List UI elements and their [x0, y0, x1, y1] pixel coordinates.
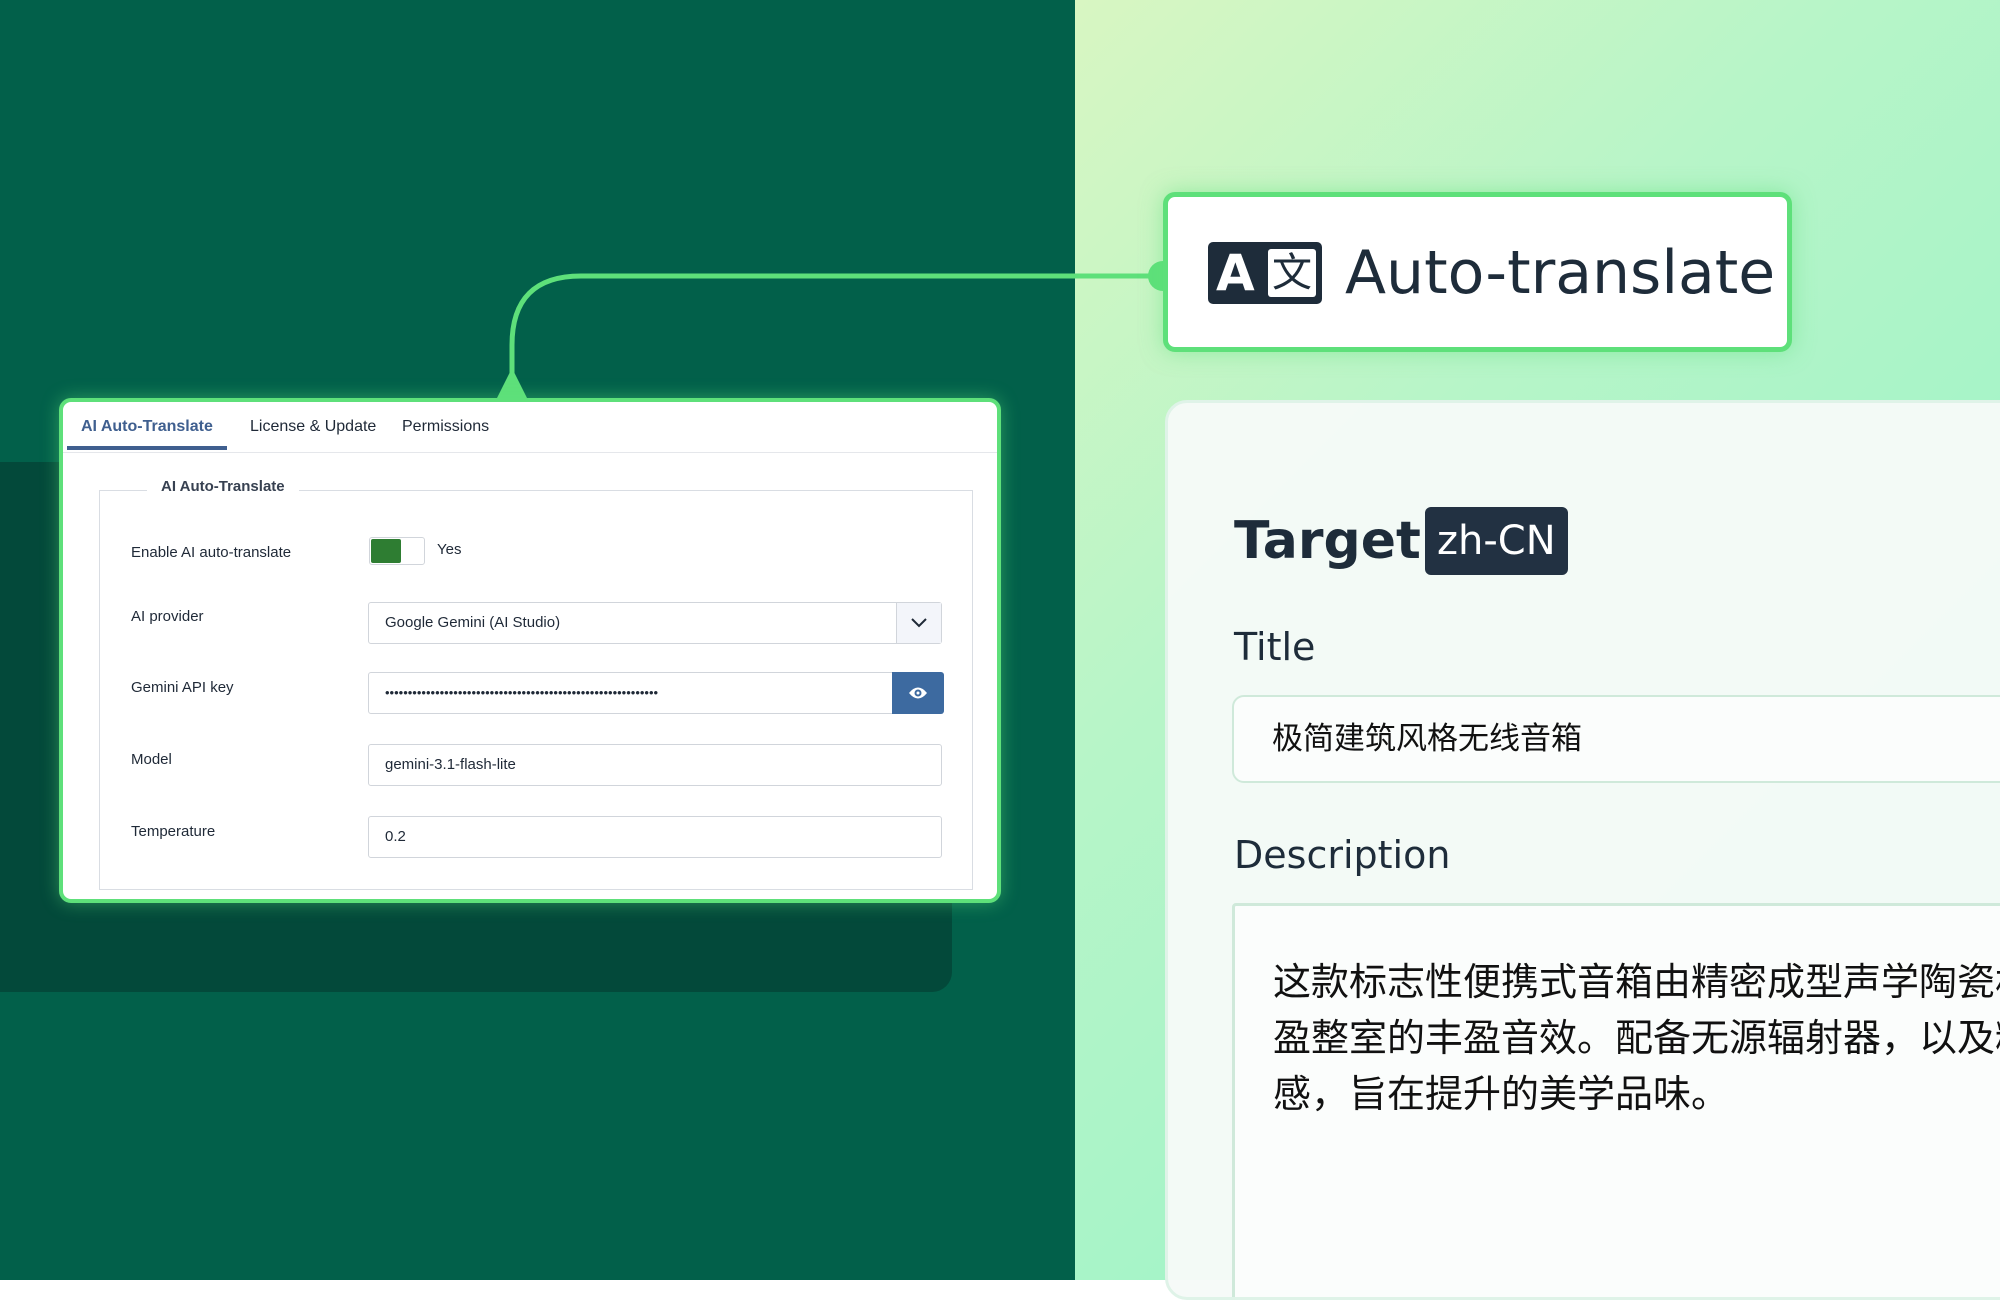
- tab-bar: AI Auto-Translate License & Update Permi…: [63, 402, 997, 453]
- temperature-input[interactable]: 0.2: [368, 816, 942, 858]
- toggle-knob: [371, 539, 401, 563]
- chevron-down-icon[interactable]: [896, 603, 941, 643]
- translate-icon: A 文: [1208, 242, 1322, 304]
- tab-license-update[interactable]: License & Update: [238, 402, 388, 450]
- enable-value: Yes: [437, 541, 462, 558]
- description-label: Description: [1234, 833, 1451, 877]
- target-heading: Target: [1234, 511, 1421, 571]
- enable-toggle[interactable]: [369, 537, 425, 565]
- enable-label: Enable AI auto-translate: [131, 544, 292, 561]
- settings-panel: AI Auto-Translate License & Update Permi…: [59, 398, 1001, 903]
- tab-permissions[interactable]: Permissions: [390, 402, 501, 450]
- auto-translate-title: Auto-translate: [1345, 238, 1776, 308]
- api-key-label: Gemini API key: [131, 679, 234, 696]
- provider-select[interactable]: Google Gemini (AI Studio): [368, 602, 942, 644]
- model-value: gemini-3.1-flash-lite: [385, 756, 516, 773]
- translate-icon-glyph-box: 文: [1268, 249, 1316, 297]
- tab-ai-auto-translate[interactable]: AI Auto-Translate: [67, 402, 227, 450]
- auto-translate-badge: A 文 Auto-translate: [1163, 192, 1792, 352]
- api-key-input[interactable]: ••••••••••••••••••••••••••••••••••••••••…: [368, 672, 894, 714]
- translate-icon-glyph: 文: [1272, 250, 1312, 296]
- temperature-label: Temperature: [131, 823, 216, 840]
- provider-label: AI provider: [131, 608, 204, 625]
- title-label: Title: [1234, 625, 1316, 669]
- model-label: Model: [131, 751, 172, 768]
- show-api-key-button[interactable]: [892, 672, 944, 714]
- eye-icon: [909, 687, 927, 699]
- fieldset-legend: AI Auto-Translate: [147, 478, 299, 495]
- provider-value: Google Gemini (AI Studio): [385, 614, 561, 631]
- api-key-value: ••••••••••••••••••••••••••••••••••••••••…: [385, 685, 659, 700]
- title-input[interactable]: 极简建筑风格无线音箱: [1232, 695, 2000, 783]
- translate-icon-letter: A: [1216, 244, 1255, 302]
- temperature-value: 0.2: [385, 828, 406, 845]
- target-card: Target zh-CN Title 极简建筑风格无线音箱 Descriptio…: [1165, 400, 2000, 1300]
- language-badge: zh-CN: [1425, 507, 1568, 575]
- description-text: 这款标志性便携式音箱由精密成型声学陶瓷机身内蕴藏着充盈整室的丰盈音效。配备无源辐…: [1273, 960, 2000, 1116]
- description-textarea[interactable]: 这款标志性便携式音箱由精密成型声学陶瓷机身内蕴藏着充盈整室的丰盈音效。配备无源辐…: [1232, 903, 2000, 1297]
- model-input[interactable]: gemini-3.1-flash-lite: [368, 744, 942, 786]
